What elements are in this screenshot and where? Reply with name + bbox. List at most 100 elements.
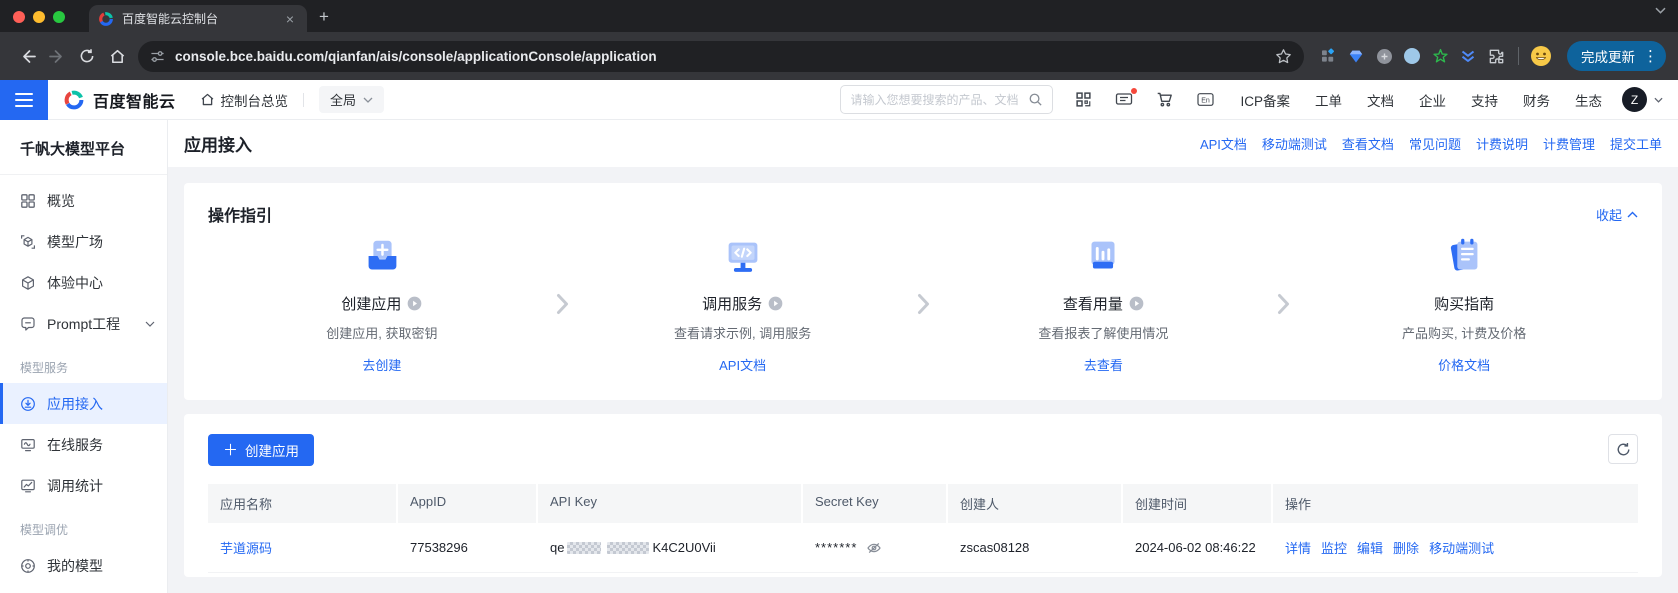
baidu-cloud-logo[interactable]: 百度智能云 (63, 88, 176, 112)
collapse-button[interactable]: 收起 (1596, 205, 1638, 224)
nav-item-docs[interactable]: 文档 (1367, 90, 1394, 110)
step-desc: 产品购买, 计费及价格 (1402, 323, 1526, 342)
play-video-icon[interactable] (768, 296, 783, 311)
application-table: 应用名称 AppID API Key Secret Key 创建人 创建时间 操… (208, 484, 1638, 573)
extension-circle-blue-icon[interactable] (1398, 42, 1426, 70)
link-api-docs[interactable]: API文档 (1200, 134, 1247, 153)
extension-chevrons-icon[interactable] (1454, 42, 1482, 70)
new-tab-button[interactable]: + (319, 7, 329, 27)
app-name-link[interactable]: 芋道源码 (220, 538, 272, 557)
sidebar: 千帆大模型平台 概览 模型广场 体验中心 Prompt工程 模型服务 (0, 120, 168, 593)
step-link-pricing-docs[interactable]: 价格文档 (1438, 355, 1490, 374)
update-button[interactable]: 完成更新 ⋮ (1567, 41, 1666, 71)
link-faq[interactable]: 常见问题 (1409, 134, 1461, 153)
eye-off-icon[interactable] (866, 540, 882, 556)
sidebar-item-online-services[interactable]: 在线服务 (0, 424, 167, 465)
step-desc: 查看报表了解使用情况 (1038, 323, 1168, 342)
nav-item-finance[interactable]: 财务 (1523, 90, 1550, 110)
nav-item-ecosystem[interactable]: 生态 (1575, 90, 1602, 110)
col-creator: 创建人 (948, 484, 1123, 523)
tab-title: 百度智能云控制台 (122, 10, 282, 27)
step-desc: 创建应用, 获取密钥 (326, 323, 437, 342)
home-icon[interactable] (102, 41, 132, 71)
profile-avatar-emoji[interactable] (1527, 42, 1555, 70)
address-bar[interactable]: console.bce.baidu.com/qianfan/ais/consol… (138, 41, 1304, 72)
site-settings-icon[interactable] (150, 49, 165, 64)
back-icon[interactable] (12, 41, 42, 71)
tab-favicon-icon (98, 11, 114, 27)
header-divider (303, 93, 304, 107)
bookmark-star-icon[interactable] (1275, 48, 1292, 65)
avatar-caret-icon (1654, 97, 1663, 103)
qr-code-icon[interactable] (1075, 91, 1092, 108)
link-billing-info[interactable]: 计费说明 (1476, 134, 1528, 153)
sidebar-item-experience-center[interactable]: 体验中心 (0, 262, 167, 303)
language-icon[interactable]: En (1196, 91, 1215, 108)
extension-circle-gray-icon[interactable] (1370, 42, 1398, 70)
action-monitor[interactable]: 监控 (1321, 538, 1347, 557)
extension-star-green-icon[interactable] (1426, 42, 1454, 70)
link-view-docs[interactable]: 查看文档 (1342, 134, 1394, 153)
action-details[interactable]: 详情 (1285, 538, 1311, 557)
nav-item-support[interactable]: 支持 (1471, 90, 1498, 110)
link-submit-ticket[interactable]: 提交工单 (1610, 134, 1662, 153)
refresh-button[interactable] (1608, 434, 1638, 464)
window-zoom-button[interactable] (53, 11, 65, 23)
sidebar-item-prompt-engineering[interactable]: Prompt工程 (0, 303, 167, 344)
browser-tab[interactable]: 百度智能云控制台 × (89, 5, 307, 32)
reload-icon[interactable] (72, 41, 102, 71)
sidebar-item-call-statistics[interactable]: 调用统计 (0, 465, 167, 506)
tab-close-icon[interactable]: × (282, 10, 298, 28)
sidebar-item-label: 模型广场 (47, 232, 103, 252)
url-text[interactable]: console.bce.baidu.com/qianfan/ais/consol… (175, 49, 1275, 64)
cube-brackets-icon (20, 234, 36, 250)
application-list-card: ＋ 创建应用 应用名称 AppID API Key Secret Key 创建人 (184, 414, 1662, 577)
step-desc: 查看请求示例, 调用服务 (674, 323, 811, 342)
step-link-view-usage[interactable]: 去查看 (1084, 355, 1123, 374)
sidebar-item-my-models[interactable]: 我的模型 (0, 545, 167, 586)
product-search-box[interactable] (840, 85, 1053, 114)
toolbar-separator (1518, 47, 1519, 65)
step-link-create[interactable]: 去创建 (362, 355, 401, 374)
tab-search-chevron-icon[interactable] (1655, 7, 1666, 14)
search-input[interactable] (850, 93, 1028, 107)
sidebar-item-app-access[interactable]: 应用接入 (0, 383, 167, 424)
messages-icon[interactable] (1115, 91, 1133, 108)
user-avatar[interactable]: Z (1622, 87, 1647, 112)
user-menu[interactable]: Z (1622, 87, 1663, 112)
cart-icon[interactable] (1156, 91, 1173, 108)
action-mobile-test[interactable]: 移动端测试 (1429, 538, 1494, 557)
buy-guide-icon (1441, 234, 1487, 280)
region-selector[interactable]: 全局 (319, 86, 384, 113)
extensions-puzzle-icon[interactable] (1482, 42, 1510, 70)
nav-item-tickets[interactable]: 工单 (1315, 90, 1342, 110)
creator-value: zscas08128 (948, 523, 1123, 572)
step-title: 调用服务 (702, 293, 762, 314)
create-app-button-label: 创建应用 (245, 440, 299, 460)
create-app-button[interactable]: ＋ 创建应用 (208, 434, 314, 466)
nav-item-enterprise[interactable]: 企业 (1419, 90, 1446, 110)
play-video-icon[interactable] (1129, 296, 1144, 311)
hamburger-menu-button[interactable] (0, 80, 48, 120)
step-link-api-docs[interactable]: API文档 (719, 355, 766, 374)
action-delete[interactable]: 删除 (1393, 538, 1419, 557)
link-mobile-test[interactable]: 移动端测试 (1262, 134, 1327, 153)
sidebar-item-model-plaza[interactable]: 模型广场 (0, 221, 167, 262)
nav-item-icp[interactable]: ICP备案 (1240, 90, 1290, 110)
window-close-button[interactable] (13, 11, 25, 23)
forward-icon[interactable] (42, 41, 72, 71)
console-overview-link[interactable]: 控制台总览 (200, 90, 289, 110)
search-icon[interactable] (1028, 92, 1043, 107)
play-video-icon[interactable] (407, 296, 422, 311)
step-arrow-icon (1277, 293, 1290, 315)
extension-gem-icon[interactable] (1342, 42, 1370, 70)
action-edit[interactable]: 编辑 (1357, 538, 1383, 557)
kebab-menu-icon[interactable]: ⋮ (1643, 47, 1658, 65)
svg-text:En: En (1202, 97, 1211, 104)
link-billing-mgmt[interactable]: 计费管理 (1543, 134, 1595, 153)
call-service-icon (720, 234, 766, 280)
extension-grid-icon[interactable] (1314, 42, 1342, 70)
window-minimize-button[interactable] (33, 11, 45, 23)
sidebar-item-overview[interactable]: 概览 (0, 180, 167, 221)
console-header: 百度智能云 控制台总览 全局 En ICP备案 工单 (0, 80, 1678, 120)
